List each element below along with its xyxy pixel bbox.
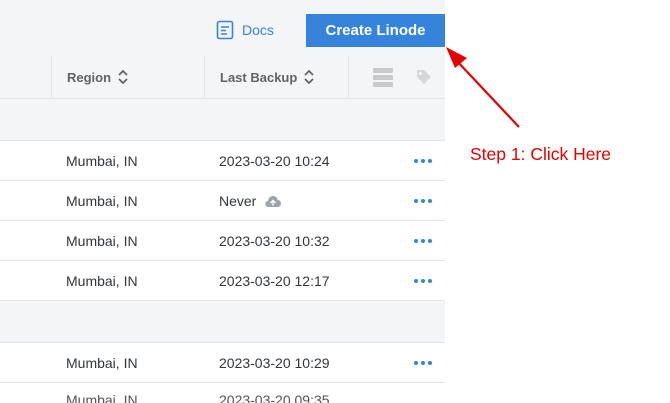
last-backup-cell: Never: [219, 193, 282, 209]
group-header-row: [0, 301, 445, 343]
docs-icon: [216, 20, 234, 40]
last-backup-cell: 2023-03-20 09:35: [219, 392, 330, 403]
last-backup-cell: 2023-03-20 10:24: [219, 153, 330, 169]
last-backup-cell: 2023-03-20 10:29: [219, 355, 330, 371]
table-row[interactable]: Mumbai, IN 2023-03-20 10:32: [0, 221, 445, 261]
last-backup-value: 2023-03-20 12:17: [219, 272, 330, 289]
tag-icon[interactable]: [415, 68, 433, 86]
table-row[interactable]: Mumbai, IN 2023-03-20 10:24: [0, 141, 445, 181]
last-backup-value: 2023-03-20 10:24: [219, 152, 330, 169]
step-annotation-label: Step 1: Click Here: [470, 144, 612, 164]
region-cell: Mumbai, IN: [66, 232, 138, 249]
column-header-last-backup[interactable]: Last Backup: [204, 56, 348, 98]
region-cell: Mumbai, IN: [66, 192, 138, 209]
list-view-icon[interactable]: [373, 67, 393, 87]
more-options-icon: [414, 158, 432, 163]
column-header-region[interactable]: Region: [51, 56, 204, 98]
region-header-label: Region: [67, 69, 112, 85]
last-backup-value: 2023-03-20 10:32: [219, 232, 330, 249]
last-backup-value: 2023-03-20 10:29: [219, 354, 330, 371]
more-options-icon: [414, 198, 432, 203]
arrow-head-icon: [446, 47, 467, 68]
region-cell: Mumbai, IN: [66, 152, 138, 169]
region-cell: Mumbai, IN: [66, 354, 138, 371]
last-backup-value: 2023-03-20 09:35: [219, 392, 330, 403]
more-options-icon: [414, 360, 432, 365]
table-row[interactable]: Mumbai, IN 2023-03-20 10:29: [0, 343, 445, 383]
cloud-upload-icon[interactable]: [264, 194, 282, 208]
create-linode-button[interactable]: Create Linode: [306, 14, 445, 47]
row-actions-menu[interactable]: [414, 141, 432, 180]
row-actions-menu[interactable]: [414, 221, 432, 260]
table-row[interactable]: Mumbai, IN 2023-03-20 09:35: [0, 383, 445, 403]
more-options-icon: [414, 278, 432, 283]
row-actions-menu[interactable]: [414, 343, 432, 382]
last-backup-value: Never: [219, 192, 257, 209]
header-cell-name: [0, 56, 51, 98]
row-actions-menu[interactable]: [414, 261, 432, 300]
docs-label: Docs: [242, 22, 274, 38]
linodes-table: Region Last Backup Mumbai, IN 2023-03-20…: [0, 56, 445, 403]
table-row[interactable]: Mumbai, IN Never: [0, 181, 445, 221]
docs-link[interactable]: Docs: [216, 19, 274, 41]
last-backup-cell: 2023-03-20 12:17: [219, 273, 330, 289]
last-backup-cell: 2023-03-20 10:32: [219, 233, 330, 249]
header-cell-view-options: [348, 56, 445, 98]
region-cell: Mumbai, IN: [66, 392, 138, 403]
table-row[interactable]: Mumbai, IN 2023-03-20 12:17: [0, 261, 445, 301]
last-backup-header-label: Last Backup: [220, 69, 298, 85]
group-header-row: [0, 99, 445, 141]
sort-icon: [118, 69, 128, 85]
row-actions-menu[interactable]: [414, 181, 432, 220]
more-options-icon: [414, 238, 432, 243]
table-header: Region Last Backup: [0, 56, 445, 99]
region-cell: Mumbai, IN: [66, 272, 138, 289]
sort-icon: [304, 69, 314, 85]
